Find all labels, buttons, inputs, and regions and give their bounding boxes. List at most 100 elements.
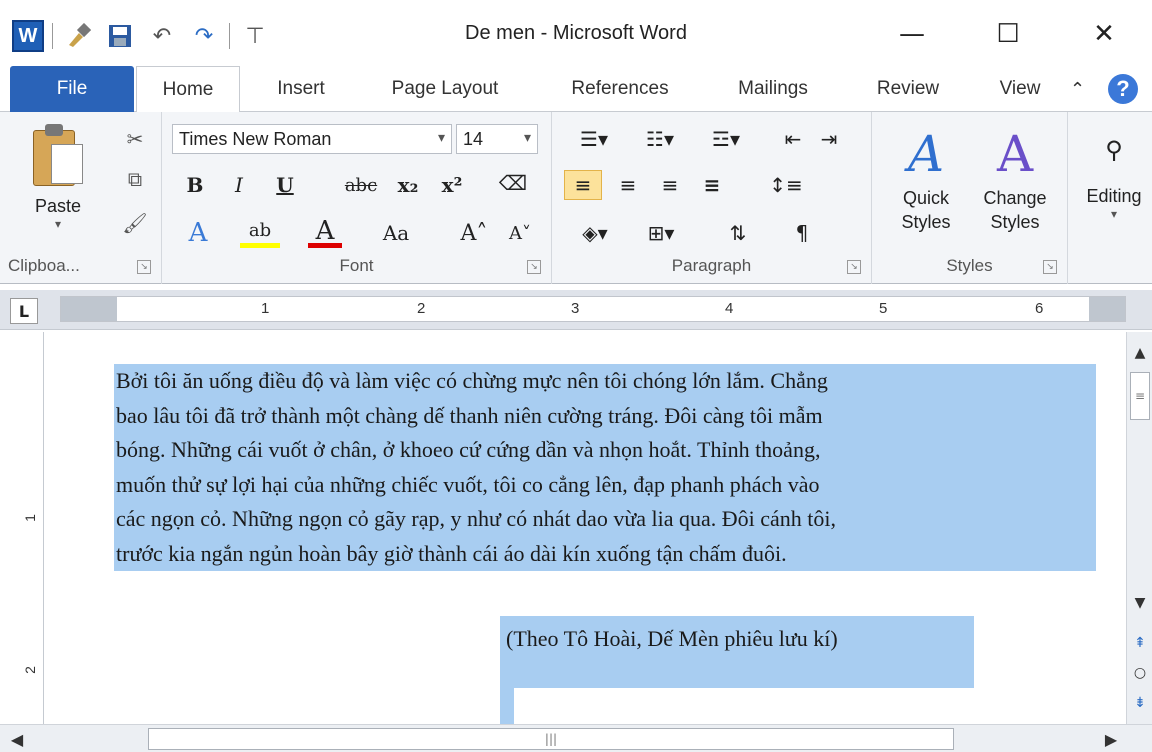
minimize-button[interactable]: — [864, 10, 960, 58]
tab-home[interactable]: Home [136, 66, 240, 113]
bullets-icon[interactable]: ☰▾ [566, 124, 622, 154]
horizontal-ruler[interactable]: 1 2 3 4 5 6 [60, 296, 1126, 322]
tab-insert[interactable]: Insert [256, 66, 346, 112]
maximize-button[interactable]: ☐ [960, 10, 1056, 58]
undo-icon[interactable]: ↶ [145, 20, 179, 52]
grow-font-button[interactable]: A˄ [456, 218, 492, 248]
chevron-down-icon: ▾ [523, 129, 531, 145]
font-group: Times New Roman ▾ 14 ▾ B I U abc x₂ x² ⌫… [162, 112, 552, 284]
font-color-icon[interactable]: A [308, 216, 342, 248]
subscript-button[interactable]: x₂ [390, 170, 426, 200]
save-icon[interactable] [103, 20, 137, 52]
align-right-icon[interactable]: ≡ [652, 170, 688, 200]
help-area: ⌃ ? [1064, 66, 1144, 112]
multilevel-list-icon[interactable]: ☲▾ [698, 124, 754, 154]
shrink-font-button[interactable]: A˅ [502, 218, 538, 248]
decrease-indent-icon[interactable]: ⇤ [778, 124, 808, 154]
vertical-scroll-thumb[interactable]: ≡ [1130, 372, 1150, 420]
text-line[interactable]: Bởi tôi ăn uống điều độ và làm việc có c… [114, 364, 1096, 399]
ribbon: Paste ▾ ✂ ⧉ 🖌 Clipboa... ↘ Times New Rom… [0, 112, 1152, 284]
vruler-number: 2 [21, 666, 38, 674]
tab-mailings[interactable]: Mailings [718, 66, 828, 112]
redo-icon[interactable]: ↷ [187, 20, 221, 52]
show-formatting-button[interactable]: ¶ [784, 218, 820, 248]
text-line[interactable]: trước kia ngắn ngủn hoàn bây giờ thành c… [114, 536, 1096, 571]
vertical-scrollbar[interactable]: ▲ ≡ ▼ ⇞ ○ ⇟ [1126, 332, 1152, 724]
scroll-right-icon[interactable]: ▶ [1098, 725, 1124, 752]
align-center-icon[interactable]: ≡ [610, 170, 646, 200]
change-styles-label: Change Styles [983, 188, 1047, 232]
paragraph-launcher-icon[interactable]: ↘ [847, 260, 861, 274]
quick-styles-button[interactable]: A Quick Styles [884, 122, 968, 234]
text-effects-icon[interactable]: A [178, 218, 218, 248]
customize-qat-icon[interactable]: ⊤ [238, 20, 272, 52]
help-icon[interactable]: ? [1108, 74, 1138, 104]
tab-file[interactable]: File [10, 66, 134, 112]
font-name-combo[interactable]: Times New Roman ▾ [172, 124, 452, 154]
vruler-number: 1 [21, 514, 38, 522]
tab-references[interactable]: References [548, 66, 692, 112]
editing-button[interactable]: ⚲ Editing ▾ [1076, 126, 1152, 221]
cut-icon[interactable]: ✂ [120, 124, 150, 154]
change-case-button[interactable]: Aa [374, 218, 418, 248]
word-app-icon[interactable]: W [12, 20, 44, 52]
line-spacing-icon[interactable]: ↕≡ [766, 170, 806, 200]
increase-indent-icon[interactable]: ⇥ [814, 124, 844, 154]
clipboard-launcher-icon[interactable]: ↘ [137, 260, 151, 274]
change-styles-icon: A [996, 125, 1034, 183]
clipboard-group: Paste ▾ ✂ ⧉ 🖌 Clipboa... ↘ [0, 112, 162, 284]
paste-button[interactable]: Paste ▾ [10, 122, 106, 252]
format-painter-qat-icon[interactable] [61, 20, 95, 52]
horizontal-scroll-thumb[interactable]: ||| [148, 728, 954, 750]
editing-label: Editing [1086, 186, 1142, 206]
borders-icon[interactable]: ⊞▾ [636, 218, 686, 248]
change-styles-button[interactable]: A Change Styles [970, 122, 1060, 234]
copy-icon[interactable]: ⧉ [120, 164, 150, 194]
qat-separator [229, 23, 230, 49]
qat-separator [52, 23, 53, 49]
styles-launcher-icon[interactable]: ↘ [1043, 260, 1057, 274]
justify-icon[interactable]: ≡ [694, 170, 730, 200]
numbering-icon[interactable]: ☷▾ [632, 124, 688, 154]
font-name-value: Times New Roman [179, 128, 332, 149]
text-line[interactable]: các ngọn cỏ. Những ngọn cỏ gãy rạp, y nh… [114, 502, 1096, 537]
underline-button[interactable]: U [270, 170, 300, 200]
paste-icon [33, 122, 83, 186]
horizontal-scrollbar[interactable]: ◀ ||| ▶ [0, 724, 1152, 752]
tab-page-layout[interactable]: Page Layout [370, 66, 520, 112]
strikethrough-button[interactable]: abc [340, 170, 382, 200]
quick-styles-icon: A [907, 125, 945, 183]
text-line[interactable]: muốn thử sự lợi hại của những chiếc vuốt… [114, 467, 1096, 502]
superscript-button[interactable]: x² [434, 170, 470, 200]
paragraph-group-label: Paragraph [671, 256, 752, 275]
previous-page-icon[interactable]: ⇞ [1127, 630, 1152, 656]
tab-review[interactable]: Review [858, 66, 958, 112]
clear-formatting-icon[interactable]: ⌫ [496, 168, 530, 198]
scroll-up-icon[interactable]: ▲ [1127, 340, 1152, 366]
binoculars-icon: ⚲ [1105, 137, 1123, 164]
text-line[interactable]: bao lâu tôi đã trở thành một chàng dế th… [114, 398, 1096, 433]
document-page[interactable]: Bởi tôi ăn uống điều độ và làm việc có c… [46, 332, 1126, 724]
scroll-down-icon[interactable]: ▼ [1127, 590, 1152, 616]
citation-text[interactable]: (Theo Tô Hoài, Dế Mèn phiêu lưu kí) [500, 616, 974, 688]
close-button[interactable]: ✕ [1056, 10, 1152, 58]
sort-icon[interactable]: ⇅ [718, 218, 758, 248]
font-launcher-icon[interactable]: ↘ [527, 260, 541, 274]
selection-tail [500, 688, 514, 724]
scroll-left-icon[interactable]: ◀ [4, 725, 30, 752]
select-browse-object-icon[interactable]: ○ [1127, 660, 1152, 686]
italic-button[interactable]: I [224, 170, 254, 200]
next-page-icon[interactable]: ⇟ [1127, 690, 1152, 716]
font-size-combo[interactable]: 14 ▾ [456, 124, 538, 154]
shading-icon[interactable]: ◈▾ [570, 218, 620, 248]
document-body-text[interactable]: Bởi tôi ăn uống điều độ và làm việc có c… [114, 364, 1096, 571]
tab-selector-button[interactable]: L [10, 298, 38, 324]
ruler-number: 3 [571, 300, 580, 317]
text-line[interactable]: bóng. Những cái vuốt ở chân, ở khoeo cứ … [114, 433, 1096, 468]
bold-button[interactable]: B [180, 170, 210, 200]
tab-view[interactable]: View [980, 66, 1060, 112]
format-painter-icon[interactable]: 🖌 [120, 208, 150, 238]
minimize-ribbon-icon[interactable]: ⌃ [1070, 79, 1085, 100]
align-left-button[interactable]: ≡ [564, 170, 602, 200]
highlight-icon[interactable]: ab [240, 218, 280, 248]
